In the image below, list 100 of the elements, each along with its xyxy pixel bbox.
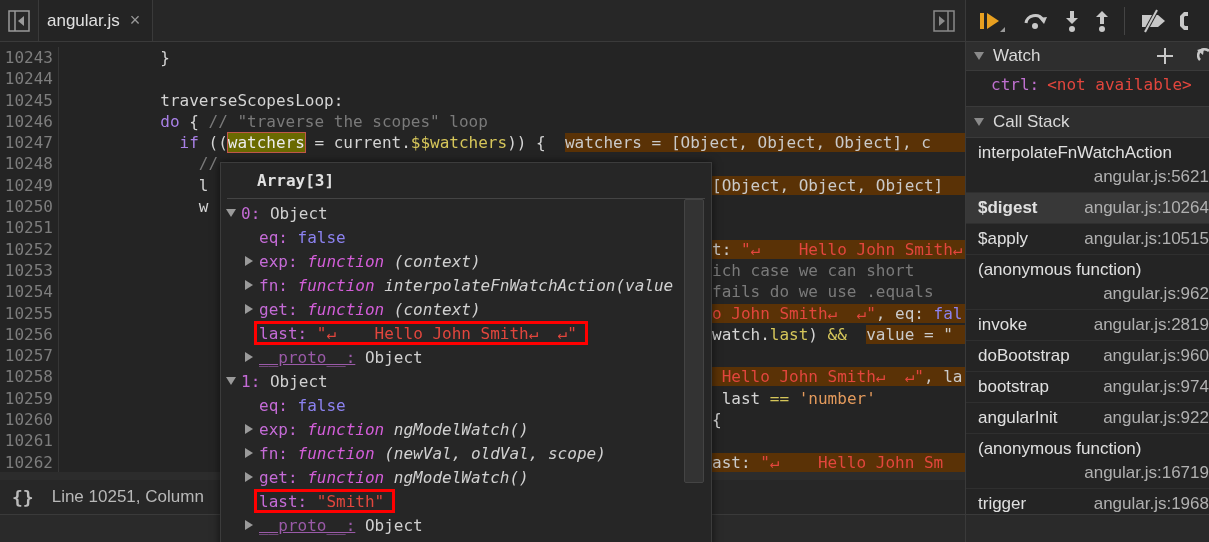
caret-down-icon[interactable] <box>225 375 237 387</box>
source-location[interactable]: angular.js:974 <box>1089 375 1209 399</box>
line-number: 10262 <box>0 451 59 472</box>
deactivate-breakpoints-icon[interactable] <box>1139 8 1167 33</box>
property-key: get: <box>259 467 298 487</box>
source-location[interactable]: angular.js:962 <box>1089 282 1209 306</box>
code-comment: ich case we can short <box>712 260 915 280</box>
caret-right-icon[interactable] <box>243 519 255 531</box>
source-location[interactable]: angular.js:922 <box>1089 406 1209 430</box>
source-location[interactable]: angular.js:960 <box>1089 344 1209 368</box>
code-text: t: <box>712 239 733 259</box>
line-number: 10245 <box>0 89 59 111</box>
stack-frame[interactable]: (anonymous function) angular.js:962 <box>966 255 1209 310</box>
line-number: 10256 <box>0 323 59 346</box>
code-text: (( <box>208 133 228 153</box>
property-key: __proto__: <box>259 347 356 367</box>
code-comment: // <box>198 154 219 174</box>
line-number: 10258 <box>0 366 59 388</box>
function-signature: (context) <box>393 251 481 271</box>
function-name: $apply <box>978 228 1029 250</box>
line-number: 10261 <box>0 430 59 452</box>
code-comment: // "traverse the scopes" loop <box>208 111 488 131</box>
property-key: eq: <box>259 227 288 247</box>
stack-frame[interactable]: $apply angular.js:10515 <box>966 224 1209 255</box>
function-signature: (newVal, oldVal, scope) <box>384 443 606 463</box>
source-location[interactable]: angular.js:1968 <box>1079 492 1209 514</box>
code-text: last <box>721 388 762 408</box>
function-keyword: function <box>297 275 375 295</box>
section-title: Watch <box>993 46 1041 66</box>
boolean-value: fal <box>933 303 963 323</box>
caret-right-icon[interactable] <box>243 255 255 267</box>
function-keyword: function <box>307 419 385 439</box>
stack-frame[interactable]: angularInit angular.js:922 <box>966 403 1209 434</box>
stack-frame[interactable]: doBootstrap angular.js:960 <box>966 341 1209 372</box>
sidebar-toggle-icon[interactable] <box>933 9 955 32</box>
caret-right-icon[interactable] <box>243 303 255 315</box>
line-number: 10250 <box>0 196 59 218</box>
property-key: exp: <box>259 251 298 271</box>
source-location[interactable]: angular.js:10515 <box>1070 227 1209 251</box>
code-text: , eq: <box>875 303 925 323</box>
code-property: && <box>827 324 847 344</box>
code-text: w <box>198 197 209 217</box>
line-number: 10252 <box>0 238 59 260</box>
caret-right-icon[interactable] <box>243 351 255 363</box>
string-value: "↵ Hello John Smith↵ <box>740 239 963 259</box>
code-text: } <box>160 48 170 67</box>
string-literal: 'number' <box>798 388 876 408</box>
function-name: angularInit <box>978 407 1058 429</box>
step-into-icon[interactable] <box>1064 8 1080 33</box>
code-text: { <box>189 111 199 131</box>
add-icon[interactable] <box>1157 48 1173 64</box>
code-text: { <box>712 410 722 430</box>
caret-right-icon[interactable] <box>243 471 255 483</box>
source-location[interactable]: angular.js:10264 <box>1070 196 1209 220</box>
caret-right-icon[interactable] <box>243 423 255 435</box>
index-key: 1: <box>241 371 261 391</box>
caret-right-icon[interactable] <box>243 279 255 291</box>
stack-frame[interactable]: bootstrap angular.js:974 <box>966 372 1209 403</box>
code-text: ) <box>808 324 819 344</box>
pretty-print-button[interactable]: {} <box>12 486 34 508</box>
scrollbar[interactable] <box>684 199 704 483</box>
line-number: 10259 <box>0 387 59 410</box>
source-location[interactable]: angular.js:5621 <box>1079 165 1209 189</box>
caret-right-icon[interactable] <box>243 447 255 459</box>
line-number: 10249 <box>0 174 59 197</box>
string-value: Hello John Smith↵ ↵" <box>720 367 924 387</box>
caret-down-icon[interactable] <box>225 207 237 219</box>
stack-frame[interactable]: (anonymous function) angular.js:16719 <box>966 434 1209 489</box>
step-out-icon[interactable] <box>1094 8 1110 33</box>
function-signature: interpolateFnWatchAction(value <box>384 275 674 295</box>
code-keyword: if <box>179 133 199 153</box>
code-property: last <box>769 324 809 344</box>
stack-frame[interactable]: $digest angular.js:10264 <box>966 193 1209 224</box>
stack-frame[interactable]: invoke angular.js:2819 <box>966 310 1209 341</box>
hovered-variable: watchers <box>227 133 305 153</box>
property-key: eq: <box>259 395 288 415</box>
section-header[interactable]: Watch <box>966 42 1209 71</box>
function-keyword: function <box>297 443 375 463</box>
sidebar-toggle-icon[interactable] <box>8 9 30 32</box>
string-value: "↵ Hello John Smith↵ ↵" <box>316 323 577 343</box>
function-name: bootstrap <box>978 376 1049 398</box>
line-number: 10243 <box>0 47 59 69</box>
close-button[interactable]: × <box>129 10 141 31</box>
object-value: Object <box>364 515 423 535</box>
index-key: 0: <box>241 203 261 223</box>
caret-down-icon[interactable] <box>973 116 985 128</box>
file-tab[interactable]: angular.js × <box>38 0 154 41</box>
code-text: ast: <box>712 452 752 472</box>
function-keyword: function <box>307 467 385 487</box>
code-property: $$watchers <box>410 133 508 153</box>
line-number: 10257 <box>0 345 59 367</box>
string-value: "↵ Hello John Sm <box>760 452 944 472</box>
caret-down-icon[interactable] <box>973 50 985 62</box>
line-number: 10253 <box>0 259 59 282</box>
property-key: last: <box>259 323 308 343</box>
section-header[interactable]: Call Stack <box>966 106 1209 138</box>
source-location[interactable]: angular.js:2819 <box>1079 313 1209 337</box>
line-number: 10260 <box>0 409 59 431</box>
source-location[interactable]: angular.js:16719 <box>1070 461 1209 485</box>
function-name: (anonymous function) <box>978 259 1142 281</box>
